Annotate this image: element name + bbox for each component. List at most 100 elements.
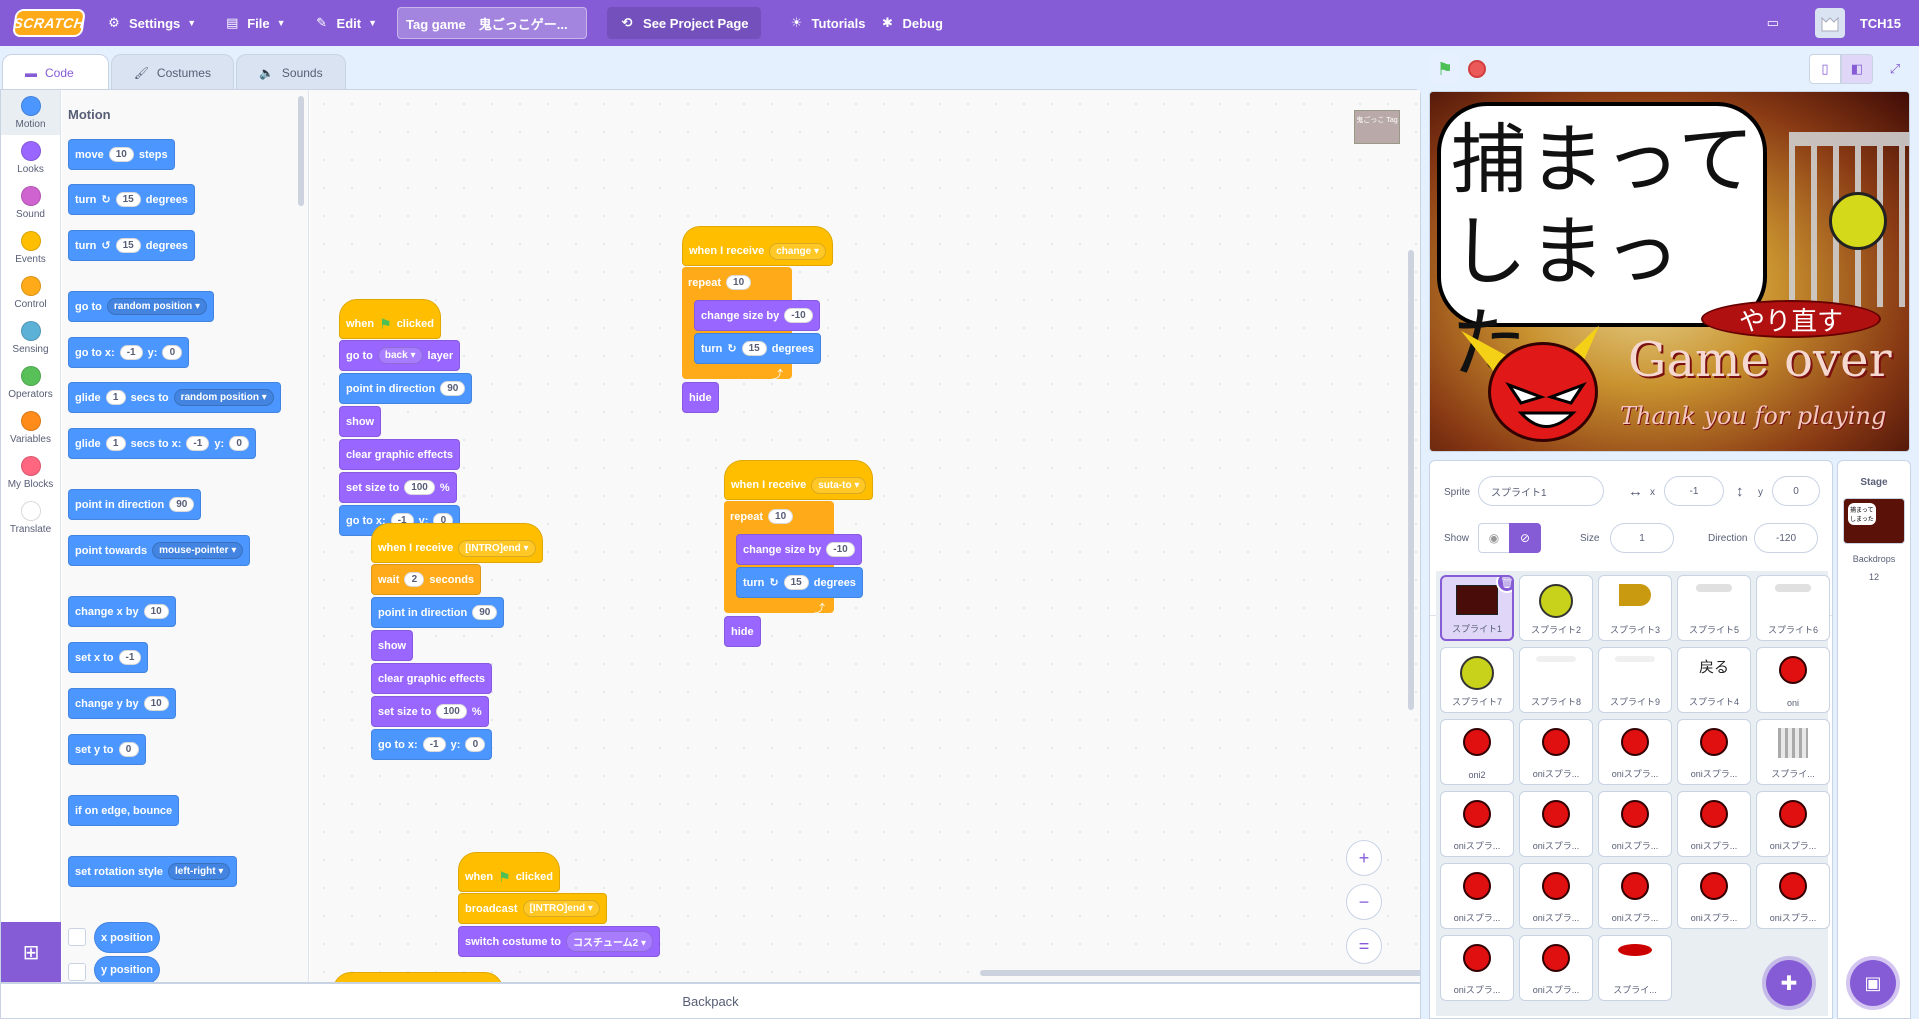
category-variables[interactable]: Variables <box>1 405 60 450</box>
block-point-towards[interactable]: point towards mouse-pointer ▾ <box>68 535 251 566</box>
sprite-tile[interactable]: スプライ... <box>1756 719 1830 785</box>
sprite-tile[interactable]: oniスプラ... <box>1519 935 1593 1001</box>
stage-selector[interactable]: Stage 捕まって しまった Backdrops 12 ▣ <box>1837 460 1911 1019</box>
sprite-tile[interactable]: スプライト9 <box>1598 647 1672 713</box>
sprite-tile[interactable]: oniスプラ... <box>1756 791 1830 857</box>
block-set-size[interactable]: set size to 100% <box>371 696 489 727</box>
block-set-x[interactable]: set x to -1 <box>68 642 149 673</box>
add-extension-button[interactable]: ⊞ <box>1 922 61 982</box>
block-turn-right[interactable]: turn ↻ 15 degrees <box>68 184 195 215</box>
block-dropdown[interactable]: back ▾ <box>377 347 423 364</box>
zoom-in-button[interactable]: + <box>1346 840 1382 876</box>
fullscreen-button[interactable]: ⤢ <box>1879 54 1911 84</box>
block-wait[interactable]: wait 2 seconds <box>371 564 482 595</box>
sprite-tile[interactable]: スプライト3 <box>1598 575 1672 641</box>
stage-canvas[interactable]: 捕まって しまった。 やり直す Game over Thank you for … <box>1429 91 1910 452</box>
block-set-y[interactable]: set y to 0 <box>68 734 146 765</box>
block-input[interactable]: 15 <box>115 192 141 207</box>
block-turn-right[interactable]: turn ↻ 15 degrees <box>736 567 863 598</box>
sprite-name-input[interactable]: スプライト1 <box>1478 476 1604 506</box>
block-input[interactable]: 10 <box>143 696 169 711</box>
block-rotation-style[interactable]: set rotation style left-right ▾ <box>68 856 238 887</box>
block-input[interactable]: 0 <box>229 436 250 451</box>
hat-when-i-receive[interactable]: when I receive change ▾ <box>682 226 834 266</box>
settings-menu[interactable]: ⚙ Settings ▼ <box>92 0 210 46</box>
sprite-tile[interactable]: oniスプラ... <box>1440 791 1514 857</box>
block-input[interactable]: 0 <box>465 737 486 752</box>
my-stuff-button[interactable]: ▭ <box>1751 0 1795 46</box>
block-input[interactable]: -1 <box>119 345 143 360</box>
block-input[interactable]: 1 <box>105 390 126 405</box>
sprite-tile[interactable]: スプライト1 🗑 <box>1440 575 1514 641</box>
workspace-vertical-scrollbar[interactable] <box>1408 250 1414 710</box>
block-go-to-xy[interactable]: go to x: -1 y: 0 <box>371 729 493 760</box>
zoom-out-button[interactable]: − <box>1346 884 1382 920</box>
block-glide-to[interactable]: glide 1 secs to random position ▾ <box>68 382 281 413</box>
show-visible-button[interactable]: ◉ <box>1478 523 1510 553</box>
hat-when-i-receive[interactable]: when I receive suta-to ▾ <box>724 460 874 500</box>
block-repeat[interactable]: repeat 10 <box>682 267 758 298</box>
sprite-tile[interactable]: スプライト7 <box>1440 647 1514 713</box>
stop-button[interactable] <box>1468 60 1486 78</box>
block-input[interactable]: 1 <box>105 436 126 451</box>
sprite-tile[interactable]: oniスプラ... <box>1519 791 1593 857</box>
category-translate[interactable]: Translate <box>1 495 60 540</box>
block-set-size[interactable]: set size to 100% <box>339 472 457 503</box>
tab-sounds[interactable]: 🔈 Sounds <box>235 54 346 90</box>
block-input[interactable]: 10 <box>143 604 169 619</box>
block-input[interactable]: -10 <box>784 308 813 323</box>
small-stage-button[interactable]: ▯ <box>1809 54 1841 84</box>
tab-code[interactable]: ▬ Code <box>2 54 109 90</box>
add-sprite-button[interactable]: ✚ <box>1766 960 1812 1006</box>
hat-when-flag-clicked[interactable]: when ⚑ clicked <box>458 852 560 892</box>
block-hide[interactable]: hide <box>724 616 761 647</box>
block-repeat[interactable]: repeat 10 <box>724 501 800 532</box>
sprite-tile[interactable]: スプライト2 <box>1519 575 1593 641</box>
block-input[interactable]: 90 <box>440 381 466 396</box>
hat-when-i-receive[interactable]: when I receive [INTRO]end ▾ <box>371 523 543 563</box>
block-point-direction[interactable]: point in direction 90 <box>68 489 202 520</box>
sprite-tile[interactable]: oniスプラ... <box>1440 935 1514 1001</box>
block-broadcast[interactable]: broadcast [INTRO]end ▾ <box>458 893 607 924</box>
sprite-tile[interactable]: スプライト8 <box>1519 647 1593 713</box>
block-hide[interactable]: hide <box>682 382 719 413</box>
block-dropdown[interactable]: random position ▾ <box>173 389 274 406</box>
tutorials-button[interactable]: ☀ Tutorials <box>775 0 880 46</box>
block-goto[interactable]: go to random position ▾ <box>68 291 215 322</box>
sprite-tile[interactable]: oniスプラ... <box>1677 791 1751 857</box>
block-move-steps[interactable]: move 10 steps <box>68 139 175 170</box>
tab-costumes[interactable]: 🖌 Costumes <box>110 54 234 90</box>
block-input[interactable]: 15 <box>783 575 809 590</box>
sprite-tile[interactable]: oniスプラ... <box>1598 719 1672 785</box>
block-input[interactable]: -1 <box>118 650 142 665</box>
block-input[interactable]: 10 <box>726 275 752 290</box>
hat-partial-offscreen[interactable] <box>333 972 503 982</box>
block-input[interactable]: 0 <box>162 345 183 360</box>
stage-thumbnail[interactable]: 捕まって しまった <box>1843 498 1905 544</box>
block-input[interactable]: 15 <box>115 238 141 253</box>
block-input[interactable]: 100 <box>436 704 467 719</box>
block-input[interactable]: -10 <box>826 542 855 557</box>
block-point-direction[interactable]: point in direction 90 <box>339 373 473 404</box>
see-project-page-button[interactable]: ⟲ See Project Page <box>607 7 761 39</box>
block-show[interactable]: show <box>371 630 414 661</box>
reporter-x-position[interactable]: x position <box>94 922 160 953</box>
sprite-tile[interactable]: oniスプラ... <box>1677 719 1751 785</box>
block-clear-graphic-effects[interactable]: clear graphic effects <box>371 663 492 694</box>
block-dropdown[interactable]: [INTRO]end ▾ <box>522 900 600 917</box>
show-hidden-button[interactable]: ⊘ <box>1509 523 1541 553</box>
x-input[interactable]: -1 <box>1664 476 1724 506</box>
category-sound[interactable]: Sound <box>1 180 60 225</box>
checkbox-x-position[interactable] <box>68 928 86 946</box>
block-dropdown[interactable]: suta-to ▾ <box>811 476 867 494</box>
block-change-size[interactable]: change size by -10 <box>736 534 862 565</box>
sprite-tile[interactable]: oni2 <box>1440 719 1514 785</box>
direction-input[interactable]: -120 <box>1754 523 1818 553</box>
sprite-tile[interactable]: oniスプラ... <box>1440 863 1514 929</box>
category-events[interactable]: Events <box>1 225 60 270</box>
block-clear-graphic-effects[interactable]: clear graphic effects <box>339 439 460 470</box>
sprite-tile[interactable]: oni <box>1756 647 1830 713</box>
block-input[interactable]: 90 <box>472 605 498 620</box>
block-change-size[interactable]: change size by -10 <box>694 300 820 331</box>
script-workspace[interactable]: 鬼ごっこ Tag when ⚑ clicked go to back ▾ layer p… <box>310 90 1420 982</box>
